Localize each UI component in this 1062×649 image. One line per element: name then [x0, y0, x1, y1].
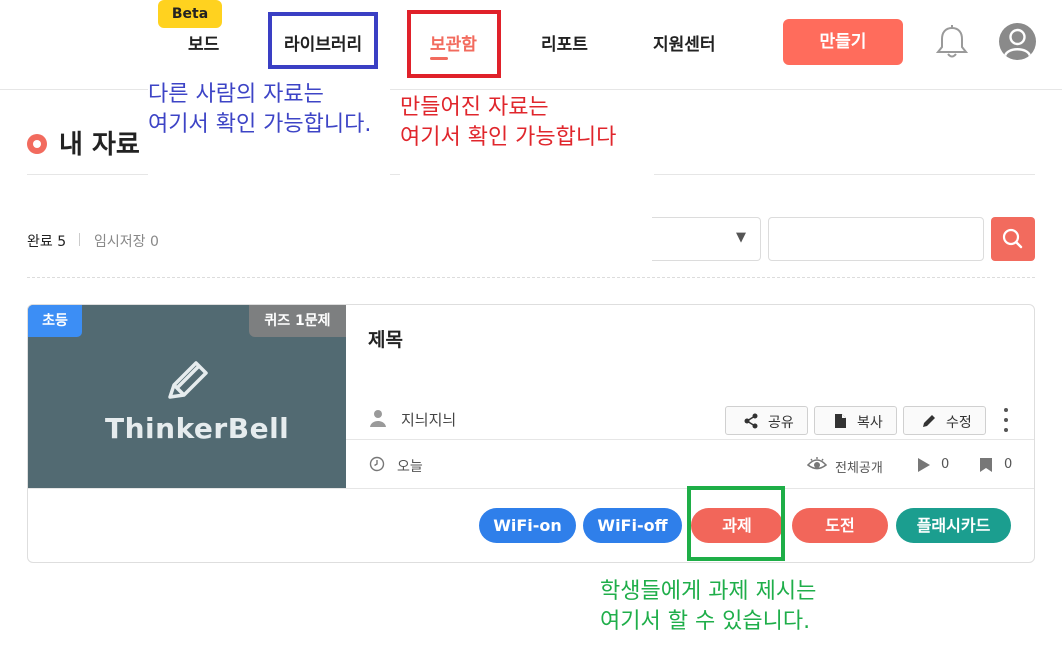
page-title: 내 자료 — [59, 130, 140, 160]
share-button[interactable]: 공유 — [725, 406, 808, 435]
wifi-on-button[interactable]: WiFi-on — [479, 508, 576, 543]
edit-button[interactable]: 수정 — [903, 406, 986, 435]
share-icon — [744, 413, 758, 429]
chevron-down-icon[interactable]: ▼ — [736, 230, 746, 245]
avatar-icon[interactable] — [999, 23, 1036, 60]
quiz-count-badge: 퀴즈 1문제 — [249, 305, 346, 337]
bookmark-count: 0 — [1004, 457, 1013, 472]
pencil-logo-icon — [168, 361, 208, 399]
search-button[interactable] — [991, 217, 1035, 261]
created-date: 오늘 — [397, 459, 423, 475]
create-button[interactable]: 만들기 — [783, 19, 903, 65]
divider — [28, 488, 1034, 489]
material-title[interactable]: 제목 — [368, 325, 403, 352]
search-icon — [1002, 228, 1023, 249]
flashcard-button[interactable]: 플래시카드 — [896, 508, 1011, 543]
nav-support[interactable]: 지원센터 — [653, 30, 716, 60]
copy-label: 복사 — [857, 415, 883, 431]
pencil-icon — [923, 415, 935, 427]
author-name: 지늬지늬 — [401, 411, 457, 429]
play-count: 0 — [941, 457, 950, 472]
more-options-icon[interactable] — [999, 406, 1013, 434]
divider — [346, 439, 1034, 440]
beta-badge: Beta — [158, 0, 222, 28]
task-highlight-box — [687, 486, 785, 561]
edit-label: 수정 — [946, 415, 972, 431]
clock-icon — [369, 456, 385, 472]
storage-highlight-box — [407, 10, 501, 78]
eye-icon — [807, 457, 827, 470]
visibility-label: 전체공개 — [835, 461, 883, 476]
thinkerbell-logo: ThinkerBell — [105, 412, 290, 445]
storage-annotation: 만들어진 자료는 여기서 확인 가능합니다 — [400, 93, 654, 175]
divider-dashed — [27, 277, 1035, 278]
tab-drafts[interactable]: 임시저장 0 — [94, 231, 159, 251]
tab-separator — [79, 233, 80, 246]
search-input[interactable] — [768, 217, 984, 261]
challenge-button[interactable]: 도전 — [792, 508, 888, 543]
share-label: 공유 — [768, 415, 794, 431]
nav-board[interactable]: 보드 — [188, 30, 219, 60]
wifi-off-button[interactable]: WiFi-off — [583, 508, 682, 543]
bookmark-icon — [980, 458, 992, 472]
nav-report[interactable]: 리포트 — [541, 30, 588, 60]
bell-icon[interactable] — [935, 24, 969, 60]
level-badge: 초등 — [28, 305, 82, 337]
library-highlight-box — [268, 12, 378, 69]
play-icon — [918, 458, 930, 472]
library-annotation: 다른 사람의 자료는 여기서 확인 가능합니다. — [148, 80, 390, 176]
task-annotation: 학생들에게 과제 제시는 여기서 할 수 있습니다. — [600, 577, 860, 637]
copy-button[interactable]: 복사 — [814, 406, 897, 435]
section-bullet-icon — [27, 134, 47, 154]
tab-completed[interactable]: 완료 5 — [27, 231, 66, 251]
document-icon — [835, 414, 846, 428]
user-icon — [370, 410, 386, 427]
